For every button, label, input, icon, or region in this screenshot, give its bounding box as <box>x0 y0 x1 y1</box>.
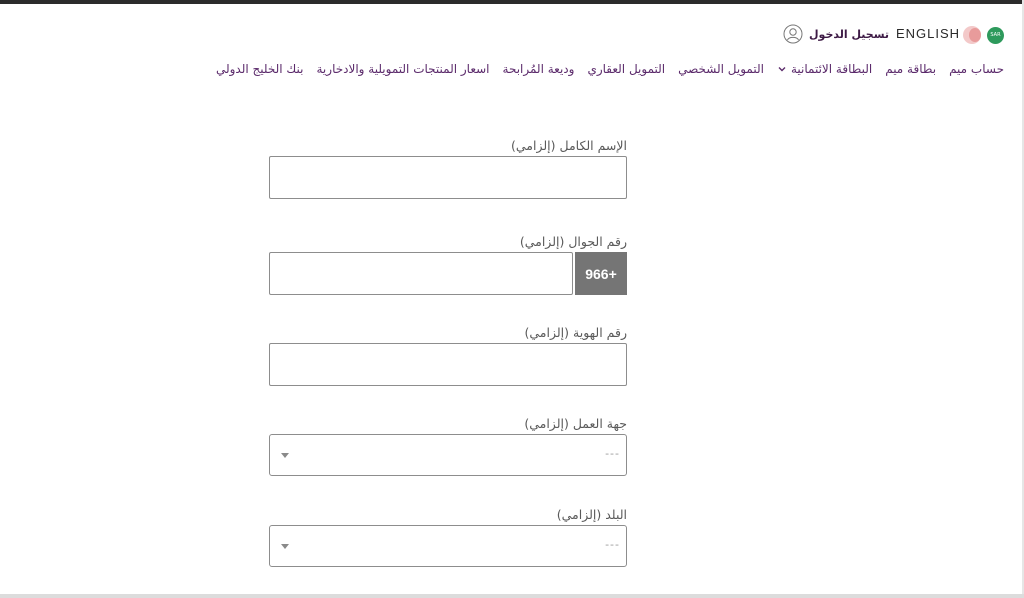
mobile-label: رقم الجوال (إلزامي) <box>519 234 627 249</box>
bottom-border <box>0 594 1024 598</box>
main-nav: حساب ميم بطاقة ميم البطاقة الائتمانية ال… <box>216 62 1004 76</box>
logo-arc-inner <box>969 28 981 42</box>
national-id-input[interactable] <box>269 343 627 386</box>
employer-select[interactable]: --- <box>269 434 627 476</box>
header: SAR ENGLISH تسجيل الدخول <box>0 20 1024 50</box>
full-name-input[interactable] <box>269 156 627 199</box>
country-select[interactable]: --- <box>269 525 627 567</box>
logo-badge: SAR <box>987 27 1004 44</box>
nav-item-gib[interactable]: بنك الخليج الدولي <box>216 62 304 76</box>
country-select-placeholder: --- <box>605 538 620 551</box>
dropdown-arrow-icon <box>281 453 289 458</box>
nav-item-meem-account[interactable]: حساب ميم <box>949 62 1004 76</box>
top-dark-strip <box>0 0 1024 4</box>
country-code-prefix: 966+ <box>575 252 627 295</box>
nav-item-credit-card[interactable]: البطاقة الائتمانية <box>777 62 872 76</box>
language-switch-link[interactable]: ENGLISH <box>896 26 960 41</box>
employer-label: جهة العمل (إلزامي) <box>524 416 627 431</box>
nav-item-meem-card[interactable]: بطاقة ميم <box>885 62 936 76</box>
mobile-input[interactable] <box>269 252 573 295</box>
employer-select-placeholder: --- <box>605 447 620 460</box>
nav-item-personal-finance[interactable]: التمويل الشخصي <box>678 62 764 76</box>
nav-item-home-finance[interactable]: التمويل العقاري <box>587 62 665 76</box>
user-icon <box>783 24 803 44</box>
nav-item-credit-card-label: البطاقة الائتمانية <box>790 62 873 76</box>
national-id-label: رقم الهوية (إلزامي) <box>524 325 627 340</box>
nav-item-product-rates[interactable]: اسعار المنتجات التمويلية والادخارية <box>317 62 490 76</box>
chevron-down-icon <box>778 67 786 72</box>
dropdown-arrow-icon <box>281 544 289 549</box>
login-link[interactable]: تسجيل الدخول <box>783 22 889 46</box>
login-label: تسجيل الدخول <box>809 27 890 41</box>
country-label: البلد (إلزامي) <box>556 507 627 522</box>
bank-logo[interactable]: SAR <box>963 24 1007 46</box>
full-name-label: الإسم الكامل (إلزامي) <box>510 138 627 153</box>
nav-item-murabaha-deposit[interactable]: وديعة المُرابحة <box>503 62 575 76</box>
